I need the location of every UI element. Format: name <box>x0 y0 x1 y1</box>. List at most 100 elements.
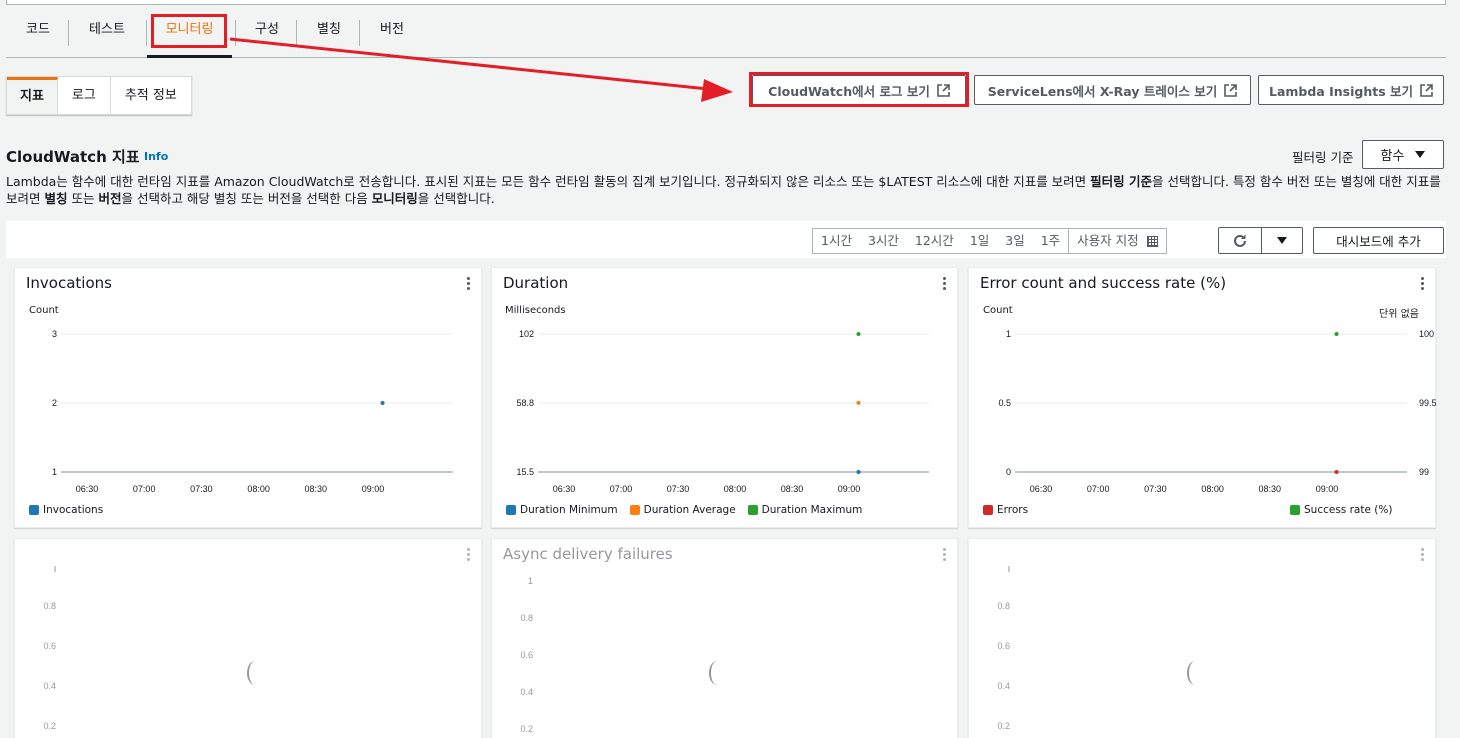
widget-async-delivery-failures: Async delivery failures 1 0.8 0.6 0.4 0.2 <box>491 538 958 738</box>
loading-chart-axis: 1 0.8 0.6 0.4 0.2 <box>520 576 533 734</box>
external-link-icon <box>1420 83 1433 97</box>
y-tick-label: 0.6 <box>520 650 533 660</box>
highlight-cloudwatch-logs-button <box>749 72 969 107</box>
tab-test[interactable]: 테스트 <box>72 12 142 57</box>
tab-aliases[interactable]: 별칭 <box>300 12 358 57</box>
legend-swatch <box>629 505 640 515</box>
x-tick-label: 07:30 <box>190 484 213 494</box>
y-tick-label: 3 <box>52 329 57 339</box>
x-tick-label: 07:30 <box>667 484 690 494</box>
errors-chart: 1 100 0.5 99.5 0 99 06:30 07:00 07:30 08:00 08:30 0… <box>998 329 1436 494</box>
tab-versions[interactable]: 버전 <box>363 12 421 57</box>
loading-spinner-icon <box>1187 661 1203 685</box>
x-tick-label: 08:30 <box>781 484 804 494</box>
external-link-icon <box>1224 83 1238 97</box>
legend-item[interactable]: Duration Maximum <box>747 504 862 516</box>
loading-chart-axis: 0.8 0.6 0.4 0.2 <box>43 566 56 731</box>
loading-spinner-icon <box>709 661 725 685</box>
y2-tick-label: 100 <box>1419 329 1434 339</box>
legend-item[interactable]: Duration Minimum <box>506 504 618 516</box>
y-tick-label: 0.8 <box>43 601 56 611</box>
invocations-chart: 3 2 1 06:30 07:00 07:30 08:00 08:30 09:00 <box>52 329 453 494</box>
x-tick-label: 07:30 <box>1144 484 1167 494</box>
x-tick-label: 07:00 <box>133 484 156 494</box>
filter-value: 함수 <box>1380 149 1405 164</box>
x-tick-label: 08:30 <box>1259 484 1282 494</box>
time-range-group: 1시간 3시간 12시간 1일 3일 1주 사용자 지정 <box>812 228 1167 254</box>
view-xray-label: ServiceLens에서 X-Ray 트레이스 보기 <box>987 83 1218 99</box>
calendar-icon <box>1146 235 1158 247</box>
y-tick-label: 0.2 <box>43 721 56 731</box>
x-tick-label: 08:30 <box>305 484 328 494</box>
x-tick-label: 08:00 <box>247 484 270 494</box>
y-tick-label: 0.8 <box>520 613 533 623</box>
x-tick-label: 06:30 <box>1030 484 1053 494</box>
chart-legend: Duration Minimum Duration Average Durati… <box>506 504 862 516</box>
x-tick-label: 08:00 <box>724 484 747 494</box>
y-tick-label: 0.4 <box>43 681 56 691</box>
tab-code[interactable]: 코드 <box>12 12 64 57</box>
data-point <box>856 400 861 405</box>
sub-tab-traces[interactable]: 추적 정보 <box>111 77 191 114</box>
section-description: Lambda는 함수에 대한 런타임 지표를 Amazon CloudWatch… <box>6 174 1441 206</box>
x-tick-label: 09:00 <box>362 484 385 494</box>
legend-item[interactable]: Duration Average <box>629 504 736 516</box>
refresh-icon <box>1234 234 1246 247</box>
caret-down-icon <box>1415 151 1426 158</box>
y-tick-label: 1 <box>1006 329 1011 339</box>
y-tick-label: 0.6 <box>997 641 1010 651</box>
range-1d[interactable]: 1일 <box>962 229 997 253</box>
legend-item[interactable]: Invocations <box>29 504 103 516</box>
sub-tab-metrics[interactable]: 지표 <box>7 77 58 114</box>
x-tick-label: 06:30 <box>76 484 99 494</box>
legend-item[interactable]: Errors <box>983 504 1028 516</box>
range-3h[interactable]: 3시간 <box>860 229 907 253</box>
data-point <box>1334 332 1339 336</box>
legend-swatch <box>1290 505 1300 515</box>
x-tick-label: 06:30 <box>553 484 576 494</box>
y-tick-label: 58.8 <box>516 398 534 408</box>
legend-swatch <box>983 505 993 515</box>
widget-invocations: Invocations Count 3 2 1 06:30 07:00 07:30 08:0… <box>14 267 482 528</box>
legend-swatch <box>506 505 516 515</box>
refresh-interval-dropdown[interactable] <box>1261 227 1303 254</box>
range-1w[interactable]: 1주 <box>1033 229 1068 253</box>
y-tick-label: 0.5 <box>998 398 1011 408</box>
view-insights-label: Lambda Insights 보기 <box>1269 83 1413 99</box>
loading-spinner-icon <box>247 661 263 685</box>
y2-tick-label: 99 <box>1419 467 1429 477</box>
y-tick-label: 0.2 <box>520 724 533 734</box>
section-title: CloudWatch 지표 <box>6 148 140 166</box>
tab-configuration[interactable]: 구성 <box>239 12 295 57</box>
view-lambda-insights-button[interactable]: Lambda Insights 보기 <box>1258 75 1444 105</box>
tab-divider <box>68 20 69 46</box>
y-tick-label: 102 <box>519 329 534 339</box>
tab-divider <box>296 20 297 46</box>
info-link[interactable]: Info <box>144 150 168 163</box>
y-tick-label: 15.5 <box>516 467 534 477</box>
data-point <box>1334 470 1339 474</box>
y-tick-label: 0.8 <box>997 601 1010 611</box>
range-12h[interactable]: 12시간 <box>907 229 962 253</box>
legend-item[interactable]: Success rate (%) <box>1290 504 1392 516</box>
x-tick-label: 09:00 <box>838 484 861 494</box>
caret-down-icon <box>1277 237 1287 244</box>
view-xray-traces-button[interactable]: ServiceLens에서 X-Ray 트레이스 보기 <box>974 75 1251 105</box>
range-1h[interactable]: 1시간 <box>813 229 860 253</box>
x-tick-label: 08:00 <box>1201 484 1224 494</box>
range-custom[interactable]: 사용자 지정 <box>1068 229 1165 253</box>
top-panel-edge <box>6 0 1446 5</box>
refresh-button[interactable] <box>1218 227 1262 254</box>
x-tick-label: 09:00 <box>1316 484 1339 494</box>
range-3d[interactable]: 3일 <box>997 229 1032 253</box>
y-tick-label: 2 <box>52 398 57 408</box>
sub-tab-logs[interactable]: 로그 <box>58 77 111 114</box>
highlight-monitoring-tab <box>151 14 227 48</box>
loading-chart-axis: 0.8 0.6 0.4 0.2 <box>997 566 1010 731</box>
data-point <box>856 470 861 474</box>
add-to-dashboard-button[interactable]: 대시보드에 추가 <box>1313 227 1444 254</box>
data-point <box>380 401 385 405</box>
widget-error-success: Error count and success rate (%) Count 단… <box>968 267 1437 528</box>
chart-legend: Errors <box>983 504 1028 516</box>
filter-select[interactable]: 함수 <box>1362 140 1444 169</box>
